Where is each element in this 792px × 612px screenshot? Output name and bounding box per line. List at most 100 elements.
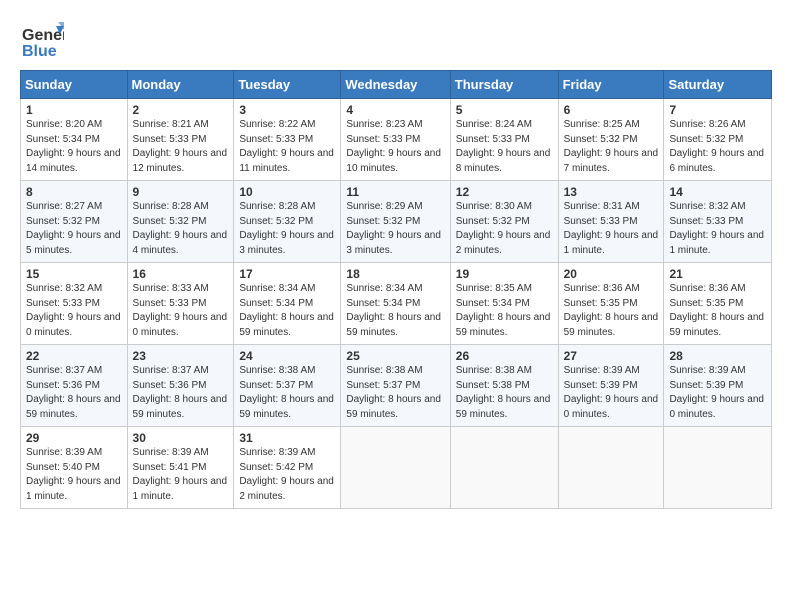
day-number: 26 — [456, 349, 553, 363]
calendar-cell: 24 Sunrise: 8:38 AM Sunset: 5:37 PM Dayl… — [234, 345, 341, 427]
sunset: Sunset: 5:41 PM — [133, 462, 207, 473]
day-info: Sunrise: 8:32 AM Sunset: 5:33 PM Dayligh… — [669, 200, 766, 258]
day-info: Sunrise: 8:39 AM Sunset: 5:39 PM Dayligh… — [669, 364, 766, 422]
calendar-cell: 23 Sunrise: 8:37 AM Sunset: 5:36 PM Dayl… — [127, 345, 234, 427]
daylight: Daylight: 9 hours and 6 minutes. — [669, 148, 764, 174]
calendar-cell: 12 Sunrise: 8:30 AM Sunset: 5:32 PM Dayl… — [450, 181, 558, 263]
sunset: Sunset: 5:33 PM — [456, 134, 530, 145]
day-info: Sunrise: 8:23 AM Sunset: 5:33 PM Dayligh… — [346, 118, 444, 176]
sunset: Sunset: 5:32 PM — [239, 216, 313, 227]
logo: General Blue — [20, 18, 68, 62]
daylight: Daylight: 9 hours and 1 minute. — [564, 230, 659, 256]
day-info: Sunrise: 8:36 AM Sunset: 5:35 PM Dayligh… — [564, 282, 659, 340]
calendar-week-row: 29 Sunrise: 8:39 AM Sunset: 5:40 PM Dayl… — [21, 427, 772, 509]
col-header-sunday: Sunday — [21, 71, 128, 99]
sunrise: Sunrise: 8:25 AM — [564, 119, 640, 130]
col-header-friday: Friday — [558, 71, 664, 99]
daylight: Daylight: 8 hours and 59 minutes. — [239, 394, 334, 420]
sunset: Sunset: 5:35 PM — [564, 298, 638, 309]
sunset: Sunset: 5:36 PM — [26, 380, 100, 391]
day-number: 30 — [133, 431, 229, 445]
calendar-cell: 15 Sunrise: 8:32 AM Sunset: 5:33 PM Dayl… — [21, 263, 128, 345]
daylight: Daylight: 9 hours and 3 minutes. — [346, 230, 441, 256]
daylight: Daylight: 9 hours and 3 minutes. — [239, 230, 334, 256]
sunset: Sunset: 5:38 PM — [456, 380, 530, 391]
sunrise: Sunrise: 8:26 AM — [669, 119, 745, 130]
sunrise: Sunrise: 8:37 AM — [133, 365, 209, 376]
sunset: Sunset: 5:37 PM — [239, 380, 313, 391]
daylight: Daylight: 9 hours and 0 minutes. — [669, 394, 764, 420]
calendar-cell: 13 Sunrise: 8:31 AM Sunset: 5:33 PM Dayl… — [558, 181, 664, 263]
sunrise: Sunrise: 8:28 AM — [239, 201, 315, 212]
calendar-cell — [664, 427, 772, 509]
sunset: Sunset: 5:34 PM — [456, 298, 530, 309]
calendar-cell: 31 Sunrise: 8:39 AM Sunset: 5:42 PM Dayl… — [234, 427, 341, 509]
day-info: Sunrise: 8:38 AM Sunset: 5:37 PM Dayligh… — [239, 364, 335, 422]
sunrise: Sunrise: 8:29 AM — [346, 201, 422, 212]
day-info: Sunrise: 8:28 AM Sunset: 5:32 PM Dayligh… — [133, 200, 229, 258]
calendar-cell: 4 Sunrise: 8:23 AM Sunset: 5:33 PM Dayli… — [341, 99, 450, 181]
sunrise: Sunrise: 8:36 AM — [564, 283, 640, 294]
day-number: 24 — [239, 349, 335, 363]
svg-text:Blue: Blue — [22, 43, 57, 60]
day-info: Sunrise: 8:39 AM Sunset: 5:41 PM Dayligh… — [133, 446, 229, 504]
calendar-cell: 18 Sunrise: 8:34 AM Sunset: 5:34 PM Dayl… — [341, 263, 450, 345]
sunrise: Sunrise: 8:36 AM — [669, 283, 745, 294]
col-header-tuesday: Tuesday — [234, 71, 341, 99]
day-info: Sunrise: 8:38 AM Sunset: 5:38 PM Dayligh… — [456, 364, 553, 422]
sunrise: Sunrise: 8:39 AM — [239, 447, 315, 458]
day-number: 27 — [564, 349, 659, 363]
sunset: Sunset: 5:33 PM — [133, 134, 207, 145]
daylight: Daylight: 9 hours and 0 minutes. — [564, 394, 659, 420]
daylight: Daylight: 9 hours and 12 minutes. — [133, 148, 228, 174]
day-info: Sunrise: 8:36 AM Sunset: 5:35 PM Dayligh… — [669, 282, 766, 340]
calendar-table: SundayMondayTuesdayWednesdayThursdayFrid… — [20, 70, 772, 509]
sunrise: Sunrise: 8:33 AM — [133, 283, 209, 294]
daylight: Daylight: 9 hours and 7 minutes. — [564, 148, 659, 174]
day-info: Sunrise: 8:39 AM Sunset: 5:42 PM Dayligh… — [239, 446, 335, 504]
sunset: Sunset: 5:32 PM — [26, 216, 100, 227]
calendar-cell: 2 Sunrise: 8:21 AM Sunset: 5:33 PM Dayli… — [127, 99, 234, 181]
day-number: 31 — [239, 431, 335, 445]
sunset: Sunset: 5:32 PM — [133, 216, 207, 227]
daylight: Daylight: 8 hours and 59 minutes. — [456, 312, 551, 338]
sunset: Sunset: 5:42 PM — [239, 462, 313, 473]
day-number: 10 — [239, 185, 335, 199]
day-info: Sunrise: 8:25 AM Sunset: 5:32 PM Dayligh… — [564, 118, 659, 176]
day-number: 1 — [26, 103, 122, 117]
day-info: Sunrise: 8:33 AM Sunset: 5:33 PM Dayligh… — [133, 282, 229, 340]
sunrise: Sunrise: 8:39 AM — [564, 365, 640, 376]
day-number: 17 — [239, 267, 335, 281]
calendar-week-row: 22 Sunrise: 8:37 AM Sunset: 5:36 PM Dayl… — [21, 345, 772, 427]
sunrise: Sunrise: 8:37 AM — [26, 365, 102, 376]
day-number: 19 — [456, 267, 553, 281]
sunset: Sunset: 5:34 PM — [26, 134, 100, 145]
day-number: 20 — [564, 267, 659, 281]
sunset: Sunset: 5:33 PM — [133, 298, 207, 309]
day-info: Sunrise: 8:26 AM Sunset: 5:32 PM Dayligh… — [669, 118, 766, 176]
sunset: Sunset: 5:36 PM — [133, 380, 207, 391]
day-info: Sunrise: 8:32 AM Sunset: 5:33 PM Dayligh… — [26, 282, 122, 340]
day-info: Sunrise: 8:29 AM Sunset: 5:32 PM Dayligh… — [346, 200, 444, 258]
day-info: Sunrise: 8:22 AM Sunset: 5:33 PM Dayligh… — [239, 118, 335, 176]
calendar-cell: 17 Sunrise: 8:34 AM Sunset: 5:34 PM Dayl… — [234, 263, 341, 345]
day-number: 16 — [133, 267, 229, 281]
sunrise: Sunrise: 8:24 AM — [456, 119, 532, 130]
sunset: Sunset: 5:33 PM — [26, 298, 100, 309]
daylight: Daylight: 8 hours and 59 minutes. — [26, 394, 121, 420]
daylight: Daylight: 9 hours and 1 minute. — [133, 476, 228, 502]
day-info: Sunrise: 8:37 AM Sunset: 5:36 PM Dayligh… — [26, 364, 122, 422]
day-number: 15 — [26, 267, 122, 281]
calendar-cell: 26 Sunrise: 8:38 AM Sunset: 5:38 PM Dayl… — [450, 345, 558, 427]
daylight: Daylight: 9 hours and 0 minutes. — [133, 312, 228, 338]
daylight: Daylight: 9 hours and 14 minutes. — [26, 148, 121, 174]
calendar-cell: 29 Sunrise: 8:39 AM Sunset: 5:40 PM Dayl… — [21, 427, 128, 509]
daylight: Daylight: 8 hours and 59 minutes. — [564, 312, 659, 338]
page: General Blue SundayMondayTuesdayWednesda… — [0, 0, 792, 527]
calendar-cell: 8 Sunrise: 8:27 AM Sunset: 5:32 PM Dayli… — [21, 181, 128, 263]
calendar-cell: 20 Sunrise: 8:36 AM Sunset: 5:35 PM Dayl… — [558, 263, 664, 345]
day-number: 28 — [669, 349, 766, 363]
col-header-monday: Monday — [127, 71, 234, 99]
daylight: Daylight: 8 hours and 59 minutes. — [346, 312, 441, 338]
calendar-cell: 3 Sunrise: 8:22 AM Sunset: 5:33 PM Dayli… — [234, 99, 341, 181]
